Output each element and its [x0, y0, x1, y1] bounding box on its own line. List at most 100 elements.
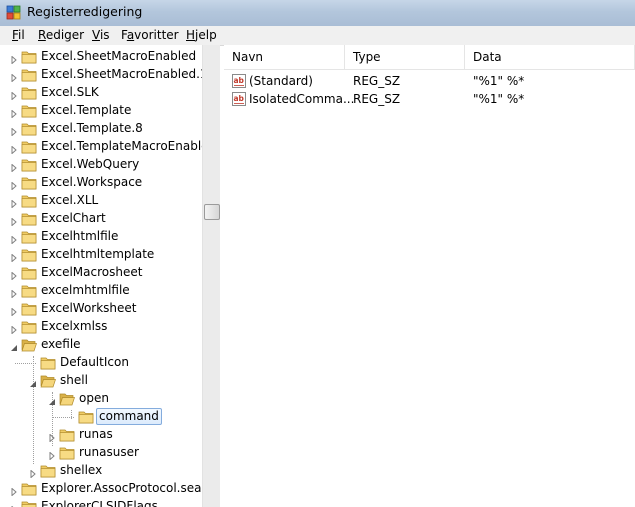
expand-arrow-icon[interactable] — [48, 431, 56, 443]
tree-node-label: Excelxmlss — [41, 319, 108, 333]
tree-node[interactable]: excelmhtmlfile — [0, 282, 202, 300]
folder-icon — [21, 122, 37, 136]
value-data: "%1" %* — [473, 92, 525, 106]
column-header-0[interactable]: Navn — [224, 45, 345, 69]
collapse-arrow-icon[interactable] — [29, 377, 37, 387]
folder-icon — [21, 140, 37, 154]
column-header-2[interactable]: Data — [465, 45, 635, 69]
folder-icon — [21, 68, 37, 82]
tree-node[interactable]: runas — [0, 426, 202, 444]
tree-node[interactable]: command — [0, 408, 202, 426]
tree-node[interactable]: Excel.WebQuery — [0, 156, 202, 174]
tree-node-label: Excel.Template — [41, 103, 132, 117]
tree-node-label: command — [96, 408, 162, 425]
window-title: Registerredigering — [27, 4, 143, 19]
expand-arrow-icon[interactable] — [48, 449, 56, 461]
expand-arrow-icon[interactable] — [10, 215, 18, 227]
expand-arrow-icon[interactable] — [10, 287, 18, 299]
tree-node-label: Excel.Workspace — [41, 175, 143, 189]
menu-bar: Fil Rediger Vis Favoritter Hjelp — [0, 26, 635, 46]
menu-item-3[interactable]: Favoritter — [121, 28, 179, 42]
tree-node[interactable]: Excel.Template.8 — [0, 120, 202, 138]
registry-editor-icon — [6, 5, 21, 20]
folder-icon — [21, 212, 37, 226]
expand-arrow-icon[interactable] — [10, 143, 18, 155]
tree-node-label: shellex — [60, 463, 103, 477]
menu-item-4[interactable]: Hjelp — [186, 28, 217, 42]
tree-node[interactable]: open — [0, 390, 202, 408]
expand-arrow-icon[interactable] — [10, 125, 18, 137]
tree-node-label: DefaultIcon — [60, 355, 129, 369]
tree-guide-line — [53, 417, 74, 418]
tree-node[interactable]: ExcelWorksheet — [0, 300, 202, 318]
tree-node[interactable]: Excel.Template — [0, 102, 202, 120]
folder-icon — [21, 176, 37, 190]
value-row[interactable]: ab (Standard) REG_SZ "%1" %* — [224, 72, 635, 90]
value-row[interactable]: ab IsolatedComma... REG_SZ "%1" %* — [224, 90, 635, 108]
svg-text:ab: ab — [234, 94, 245, 103]
column-header-1[interactable]: Type — [345, 45, 465, 69]
expand-arrow-icon[interactable] — [10, 107, 18, 119]
folder-icon — [21, 158, 37, 172]
folder-icon — [21, 104, 37, 118]
expand-arrow-icon[interactable] — [10, 233, 18, 245]
value-name: (Standard) — [249, 74, 313, 88]
folder-icon — [21, 248, 37, 262]
tree-node[interactable]: ExcelChart — [0, 210, 202, 228]
registry-values-list[interactable]: Navn Type Data ab (Standard) REG_SZ "%1" %* ab… — [224, 45, 635, 507]
list-header: Navn Type Data — [224, 45, 635, 70]
tree-node[interactable]: DefaultIcon — [0, 354, 202, 372]
tree-node[interactable]: Excel.SLK — [0, 84, 202, 102]
expand-arrow-icon[interactable] — [10, 89, 18, 101]
tree-node-label: Excel.TemplateMacroEnabled — [41, 139, 217, 153]
value-name: IsolatedComma... — [249, 92, 355, 106]
string-value-icon: ab — [232, 74, 246, 88]
expand-arrow-icon[interactable] — [10, 53, 18, 65]
tree-node[interactable]: Excel.XLL — [0, 192, 202, 210]
scrollbar-thumb[interactable] — [204, 204, 220, 220]
tree-node[interactable]: Excel.SheetMacroEnabled.12 — [0, 66, 215, 84]
tree-node-label: runasuser — [79, 445, 139, 459]
expand-arrow-icon[interactable] — [10, 503, 18, 507]
expand-arrow-icon[interactable] — [10, 485, 18, 497]
tree-node[interactable]: Excelhtmltemplate — [0, 246, 202, 264]
expand-arrow-icon[interactable] — [10, 197, 18, 209]
menu-item-2[interactable]: Vis — [92, 28, 110, 42]
tree-node[interactable]: Excel.SheetMacroEnabled — [0, 48, 202, 66]
expand-arrow-icon[interactable] — [10, 323, 18, 335]
collapse-arrow-icon[interactable] — [10, 341, 18, 351]
tree-vertical-scrollbar[interactable] — [202, 45, 220, 507]
tree-node[interactable]: shell — [0, 372, 202, 390]
tree-node[interactable]: Excel.Workspace — [0, 174, 202, 192]
expand-arrow-icon[interactable] — [29, 467, 37, 479]
folder-icon — [21, 266, 37, 280]
registry-key-tree[interactable]: Excel.SheetMacroEnabled Excel.SheetMacroE… — [0, 45, 220, 507]
tree-node[interactable]: ExcelMacrosheet — [0, 264, 202, 282]
tree-node[interactable]: Excelhtmlfile — [0, 228, 202, 246]
menu-item-1[interactable]: Rediger — [38, 28, 84, 42]
tree-node-label: ExcelWorksheet — [41, 301, 137, 315]
tree-node[interactable]: Excel.TemplateMacroEnabled — [0, 138, 216, 156]
expand-arrow-icon[interactable] — [10, 305, 18, 317]
expand-arrow-icon[interactable] — [10, 71, 18, 83]
tree-node-label: Excel.XLL — [41, 193, 99, 207]
expand-arrow-icon[interactable] — [10, 251, 18, 263]
expand-arrow-icon[interactable] — [10, 179, 18, 191]
title-bar[interactable]: Registerredigering — [0, 0, 635, 26]
tree-node[interactable]: Explorer.AssocProtocol.search — [0, 480, 219, 498]
tree-node[interactable]: Excelxmlss — [0, 318, 202, 336]
string-value-icon: ab — [232, 92, 246, 106]
folder-icon — [21, 482, 37, 496]
tree-node[interactable]: exefile — [0, 336, 202, 354]
tree-guide-line — [15, 363, 36, 364]
tree-node[interactable]: runasuser — [0, 444, 202, 462]
tree-node[interactable]: ExplorerCLSIDFlags — [0, 498, 202, 507]
folder-open-icon — [21, 338, 37, 352]
expand-arrow-icon[interactable] — [10, 269, 18, 281]
collapse-arrow-icon[interactable] — [48, 395, 56, 405]
expand-arrow-icon[interactable] — [10, 161, 18, 173]
menu-item-0[interactable]: Fil — [12, 28, 25, 42]
tree-node[interactable]: shellex — [0, 462, 202, 480]
value-type: REG_SZ — [353, 92, 401, 106]
tree-node-label: Excel.SheetMacroEnabled — [41, 49, 197, 63]
